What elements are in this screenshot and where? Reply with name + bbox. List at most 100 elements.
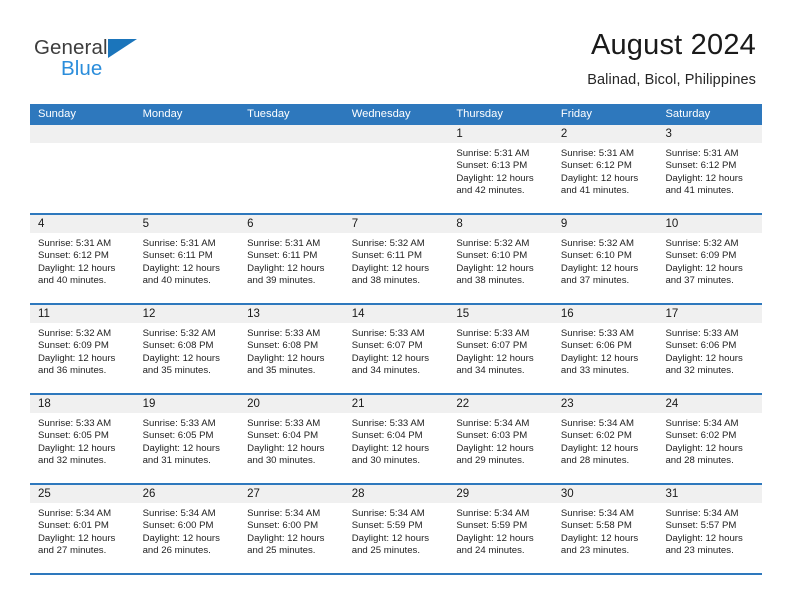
day-details: Sunrise: 5:31 AM Sunset: 6:12 PM Daylight:…: [553, 143, 658, 197]
sunrise-text: Sunrise: 5:31 AM: [560, 148, 634, 159]
day-number: 15: [448, 305, 553, 323]
calendar-week-row: 25 Sunrise: 5:34 AM Sunset: 6:01 PM Dayligh…: [30, 485, 763, 575]
daylight-text: Daylight: 12 hours and 40 minutes.: [38, 262, 116, 286]
day-number: 6: [239, 215, 344, 233]
weekday-header-friday: Friday: [560, 108, 592, 120]
day-details: Sunrise: 5:31 AM Sunset: 6:12 PM Daylight:…: [657, 143, 762, 197]
day-number: 24: [657, 395, 763, 413]
daylight-text: Daylight: 12 hours and 40 minutes.: [142, 262, 220, 286]
day-cell[interactable]: 19 Sunrise: 5:33 AM Sunset: 6:05 PM Dayligh…: [134, 395, 240, 483]
day-details: Sunrise: 5:31 AM Sunset: 6:11 PM Daylight:…: [239, 233, 344, 287]
day-details: Sunrise: 5:32 AM Sunset: 6:10 PM Daylight:…: [553, 233, 658, 287]
day-number: 25: [30, 485, 135, 503]
day-cell[interactable]: 5 Sunrise: 5:31 AM Sunset: 6:11 PM Daylight…: [134, 215, 240, 303]
day-cell[interactable]: 4 Sunrise: 5:31 AM Sunset: 6:12 PM Daylight…: [30, 215, 135, 303]
day-number: 22: [448, 395, 553, 413]
sunset-text: Sunset: 6:09 PM: [38, 340, 109, 352]
calendar-weeks: 1 Sunrise: 5:31 AM Sunset: 6:13 PM Daylight…: [30, 125, 763, 575]
day-cell[interactable]: 13 Sunrise: 5:33 AM Sunset: 6:08 PM Dayligh…: [239, 305, 344, 393]
daylight-text: Daylight: 12 hours and 32 minutes.: [38, 442, 116, 466]
calendar-week-row: 1 Sunrise: 5:31 AM Sunset: 6:13 PM Daylight…: [30, 125, 763, 215]
day-cell[interactable]: 1 Sunrise: 5:31 AM Sunset: 6:13 PM Daylight…: [448, 125, 553, 213]
sunrise-text: Sunrise: 5:31 AM: [142, 238, 216, 249]
day-details: Sunrise: 5:32 AM Sunset: 6:08 PM Daylight:…: [135, 323, 240, 377]
day-cell[interactable]: 9 Sunrise: 5:32 AM Sunset: 6:10 PM Daylight…: [552, 215, 658, 303]
sunset-text: Sunset: 6:02 PM: [665, 430, 737, 442]
sunrise-text: Sunrise: 5:33 AM: [142, 418, 216, 429]
day-cell[interactable]: 15 Sunrise: 5:33 AM Sunset: 6:07 PM Dayligh…: [448, 305, 553, 393]
day-cell[interactable]: 11 Sunrise: 5:32 AM Sunset: 6:09 PM Dayligh…: [30, 305, 135, 393]
sunset-text: Sunset: 6:00 PM: [142, 520, 214, 532]
day-details: Sunrise: 5:34 AM Sunset: 6:03 PM Daylight:…: [448, 413, 553, 467]
day-number: 21: [343, 395, 449, 413]
sunset-text: Sunset: 6:11 PM: [247, 250, 318, 262]
general-blue-logo[interactable]: General Blue: [34, 36, 264, 80]
day-cell[interactable]: 16 Sunrise: 5:33 AM Sunset: 6:06 PM Dayligh…: [552, 305, 658, 393]
day-cell[interactable]: 29 Sunrise: 5:34 AM Sunset: 5:59 PM Dayligh…: [448, 485, 553, 573]
day-number: 4: [30, 215, 135, 233]
day-details: Sunrise: 5:34 AM Sunset: 6:00 PM Daylight:…: [135, 503, 240, 557]
sunrise-text: Sunrise: 5:34 AM: [247, 508, 321, 519]
sunset-text: Sunset: 6:12 PM: [38, 250, 109, 262]
day-details: Sunrise: 5:33 AM Sunset: 6:07 PM Daylight:…: [448, 323, 553, 377]
day-number: 13: [239, 305, 344, 323]
daylight-text: Daylight: 12 hours and 30 minutes.: [351, 442, 430, 466]
day-number: 11: [30, 305, 135, 323]
daylight-text: Daylight: 12 hours and 34 minutes.: [456, 352, 534, 376]
weekday-header-monday: Monday: [142, 108, 183, 120]
sunrise-text: Sunrise: 5:33 AM: [560, 328, 634, 339]
day-cell[interactable]: 24 Sunrise: 5:34 AM Sunset: 6:02 PM Dayligh…: [657, 395, 763, 483]
calendar-grid: Sunday Monday Tuesday Wednesday Thursday…: [30, 104, 763, 575]
day-cell[interactable]: 18 Sunrise: 5:33 AM Sunset: 6:05 PM Dayligh…: [30, 395, 135, 483]
day-cell[interactable]: 21 Sunrise: 5:33 AM Sunset: 6:04 PM Dayligh…: [343, 395, 449, 483]
sunset-text: Sunset: 6:10 PM: [560, 250, 632, 262]
logo-word-blue: Blue: [61, 57, 103, 80]
day-cell[interactable]: 3 Sunrise: 5:31 AM Sunset: 6:12 PM Daylight…: [657, 125, 763, 213]
sunrise-text: Sunrise: 5:33 AM: [38, 418, 112, 429]
sunrise-text: Sunrise: 5:34 AM: [38, 508, 112, 519]
day-details: Sunrise: 5:34 AM Sunset: 5:57 PM Daylight:…: [657, 503, 762, 557]
day-number: 20: [239, 395, 344, 413]
day-number: [134, 125, 240, 143]
day-cell[interactable]: 26 Sunrise: 5:34 AM Sunset: 6:00 PM Dayligh…: [134, 485, 240, 573]
day-cell[interactable]: 6 Sunrise: 5:31 AM Sunset: 6:11 PM Daylight…: [239, 215, 344, 303]
day-cell[interactable]: 31 Sunrise: 5:34 AM Sunset: 5:57 PM Dayligh…: [657, 485, 763, 573]
day-number: [30, 125, 135, 143]
sunset-text: Sunset: 6:06 PM: [665, 340, 737, 352]
day-cell[interactable]: 2 Sunrise: 5:31 AM Sunset: 6:12 PM Daylight…: [552, 125, 658, 213]
day-cell[interactable]: 25 Sunrise: 5:34 AM Sunset: 6:01 PM Dayligh…: [30, 485, 135, 573]
sunset-text: Sunset: 5:57 PM: [665, 520, 737, 532]
day-cell[interactable]: 22 Sunrise: 5:34 AM Sunset: 6:03 PM Dayligh…: [448, 395, 553, 483]
day-cell[interactable]: 17 Sunrise: 5:33 AM Sunset: 6:06 PM Dayligh…: [657, 305, 763, 393]
day-cell[interactable]: 7 Sunrise: 5:32 AM Sunset: 6:11 PM Daylight…: [343, 215, 449, 303]
sunset-text: Sunset: 5:59 PM: [351, 520, 423, 532]
day-cell[interactable]: 30 Sunrise: 5:34 AM Sunset: 5:58 PM Dayligh…: [552, 485, 658, 573]
sunrise-text: Sunrise: 5:34 AM: [351, 508, 425, 519]
calendar-week-row: 4 Sunrise: 5:31 AM Sunset: 6:12 PM Daylight…: [30, 215, 763, 305]
day-cell[interactable]: 8 Sunrise: 5:32 AM Sunset: 6:10 PM Daylight…: [448, 215, 553, 303]
day-cell[interactable]: 14 Sunrise: 5:33 AM Sunset: 6:07 PM Dayligh…: [343, 305, 449, 393]
sunrise-text: Sunrise: 5:31 AM: [456, 148, 530, 159]
day-cell[interactable]: 23 Sunrise: 5:34 AM Sunset: 6:02 PM Dayligh…: [552, 395, 658, 483]
day-details: Sunrise: 5:34 AM Sunset: 6:02 PM Daylight:…: [553, 413, 658, 467]
daylight-text: Daylight: 12 hours and 32 minutes.: [665, 352, 743, 376]
sunrise-text: Sunrise: 5:33 AM: [247, 418, 321, 429]
day-cell-empty: [134, 125, 240, 213]
daylight-text: Daylight: 12 hours and 28 minutes.: [665, 442, 743, 466]
location-subtitle: Balinad, Bicol, Philippines: [587, 72, 756, 89]
day-cell[interactable]: 10 Sunrise: 5:32 AM Sunset: 6:09 PM Dayligh…: [657, 215, 763, 303]
sunrise-text: Sunrise: 5:31 AM: [247, 238, 321, 249]
day-cell[interactable]: 28 Sunrise: 5:34 AM Sunset: 5:59 PM Dayligh…: [343, 485, 449, 573]
sunset-text: Sunset: 5:59 PM: [456, 520, 528, 532]
daylight-text: Daylight: 12 hours and 35 minutes.: [142, 352, 220, 376]
day-number: 14: [343, 305, 449, 323]
day-cell[interactable]: 27 Sunrise: 5:34 AM Sunset: 6:00 PM Dayligh…: [239, 485, 344, 573]
daylight-text: Daylight: 12 hours and 25 minutes.: [247, 532, 325, 556]
day-cell[interactable]: 20 Sunrise: 5:33 AM Sunset: 6:04 PM Dayligh…: [239, 395, 344, 483]
day-cell[interactable]: 12 Sunrise: 5:32 AM Sunset: 6:08 PM Dayligh…: [134, 305, 240, 393]
weekday-header-thursday: Thursday: [456, 108, 503, 120]
daylight-text: Daylight: 12 hours and 24 minutes.: [456, 532, 534, 556]
sunset-text: Sunset: 6:13 PM: [456, 160, 528, 172]
calendar-week-row: 18 Sunrise: 5:33 AM Sunset: 6:05 PM Dayligh…: [30, 395, 763, 485]
logo-top-row: General: [34, 36, 264, 58]
